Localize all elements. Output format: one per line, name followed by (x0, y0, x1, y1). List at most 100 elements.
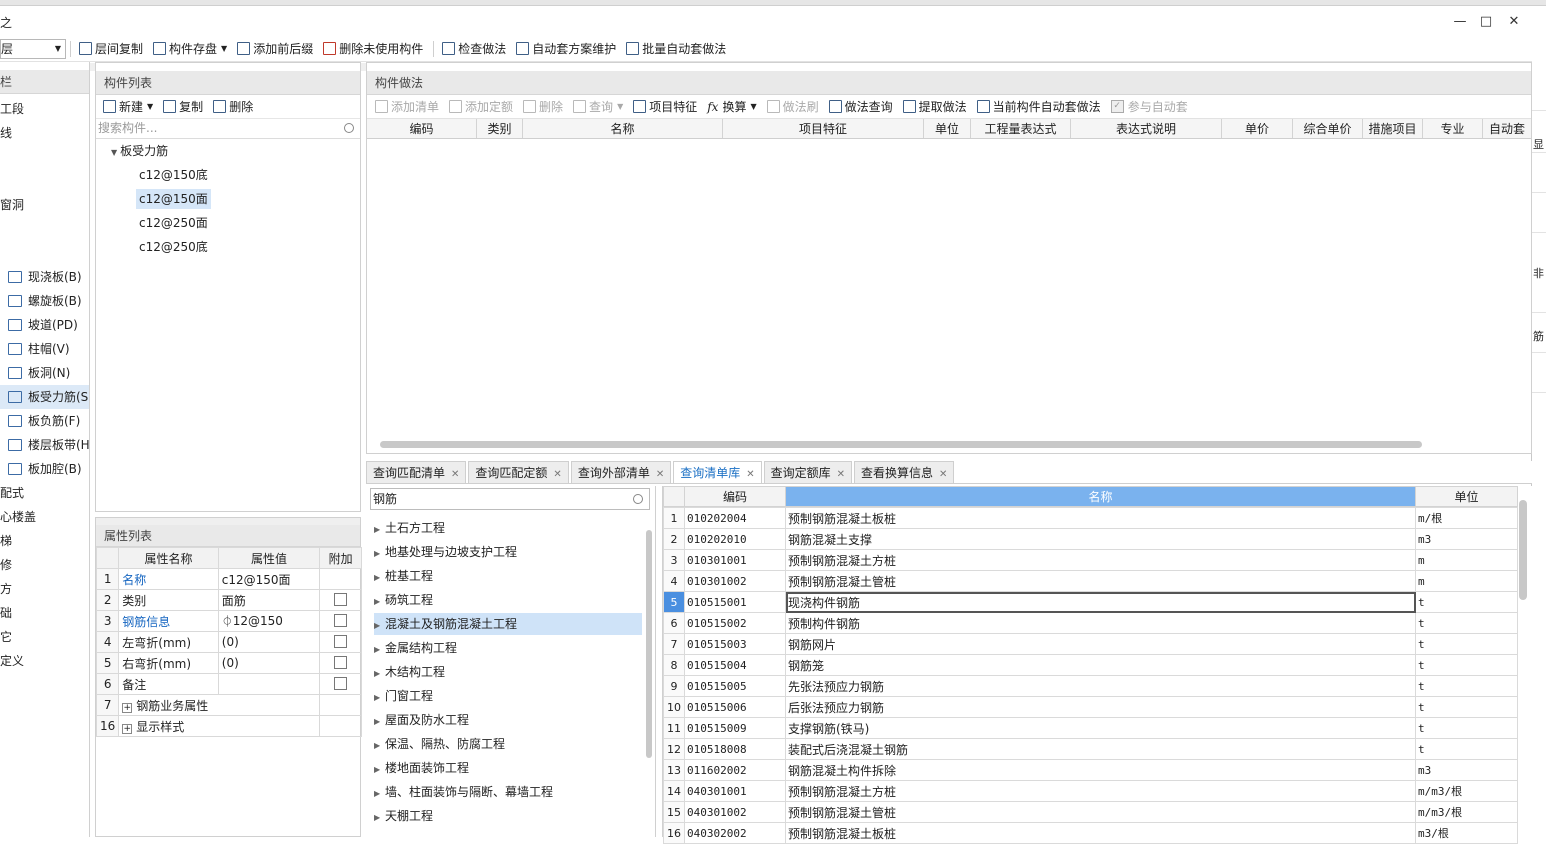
table-row[interactable]: 5 010515001 现浇构件钢筋 t (663, 591, 1518, 613)
save-component-button[interactable]: 构件存盘 ▼ (149, 39, 231, 59)
col-header[interactable]: 综合单价 (1293, 119, 1363, 138)
prop-group[interactable]: + 显示样式 (118, 715, 321, 737)
nav-item[interactable]: 方 (0, 577, 12, 601)
convert-button[interactable]: fx 换算 ▼ (703, 97, 760, 117)
prop-value[interactable]: (0) (217, 652, 321, 674)
expand-plus-icon[interactable]: + (122, 702, 133, 713)
table-row[interactable]: 4 010301002 预制钢筋混凝土管桩 m (663, 570, 1518, 592)
close-icon[interactable]: ✕ (451, 469, 459, 480)
extra-checkbox[interactable] (334, 593, 348, 606)
nav-item[interactable]: 定义 (0, 649, 24, 673)
nav-item-ramp[interactable]: 坡道(PD) (0, 313, 78, 337)
library-tree-item-selected[interactable]: ▶ 混凝土及钢筋混凝土工程 (374, 613, 642, 635)
grid-scrollbar[interactable] (1519, 500, 1527, 600)
library-tree-item[interactable]: ▶ 地基处理与边坡支护工程 (374, 541, 648, 563)
method-query-button[interactable]: 做法查询 (825, 97, 897, 117)
nav-item[interactable]: 工段 (0, 97, 24, 121)
col-header[interactable]: 措施项目 (1363, 119, 1423, 138)
library-search-input[interactable]: 钢筋 (370, 488, 650, 510)
table-row[interactable]: 13 011602002 钢筋混凝土构件拆除 m3 (663, 759, 1518, 781)
component-search-input[interactable]: 搜索构件... (96, 119, 360, 139)
library-tree-item[interactable]: ▶ 天棚工程 (374, 805, 648, 827)
method-brush-button[interactable]: 做法刷 (763, 97, 823, 117)
close-icon[interactable]: ✕ (656, 469, 664, 480)
close-icon[interactable]: ✕ (837, 469, 845, 480)
nav-item-cast-slab[interactable]: 现浇板(B) (0, 265, 82, 289)
col-header[interactable]: 编码 (367, 119, 477, 138)
col-header[interactable]: 单位 (924, 119, 971, 138)
close-icon[interactable]: ✕ (553, 469, 561, 480)
close-button[interactable]: ✕ (1506, 15, 1522, 31)
col-header[interactable]: 类别 (477, 119, 523, 138)
nav-item[interactable]: 梯 (0, 529, 12, 553)
table-row[interactable]: 16 040302002 预制钢筋混凝土板桩 m3/根 (663, 822, 1518, 844)
library-tree-item[interactable]: ▶ 桩基工程 (374, 565, 648, 587)
item-feature-button[interactable]: 项目特征 (629, 97, 701, 117)
extra-checkbox[interactable] (334, 656, 348, 669)
prop-group[interactable]: + 钢筋业务属性 (118, 694, 321, 716)
table-row[interactable]: 1 010202004 预制钢筋混凝土板桩 m/根 (663, 507, 1518, 529)
name-header[interactable]: 名称 (785, 486, 1416, 507)
table-row[interactable]: 8 010515004 钢筋笼 t (663, 654, 1518, 676)
tree-item[interactable]: c12@250底 (136, 237, 211, 257)
table-row[interactable]: 14 040301001 预制钢筋混凝土方桩 m/m3/根 (663, 780, 1518, 802)
query-button[interactable]: 查询 ▼ (569, 97, 627, 117)
close-icon[interactable]: ✕ (939, 469, 947, 480)
add-prefix-suffix-button[interactable]: 添加前后缀 (233, 39, 317, 59)
table-row[interactable]: 2 010202010 钢筋混凝土支撑 m3 (663, 528, 1518, 550)
nav-item[interactable]: 配式 (0, 481, 24, 505)
tree-scrollbar[interactable] (646, 530, 652, 758)
tab-conversion-info[interactable]: 查看换算信息 ✕ (854, 461, 955, 483)
floor-copy-button[interactable]: 层间复制 (75, 39, 147, 59)
tree-item[interactable]: c12@150底 (136, 165, 211, 185)
maximize-button[interactable]: □ (1478, 15, 1494, 31)
tree-root[interactable]: ▼ 板受力筋 (108, 141, 171, 161)
prop-value[interactable]: 面筋 (217, 589, 321, 611)
close-icon[interactable]: ✕ (746, 469, 754, 480)
auto-scheme-button[interactable]: 自动套方案维护 (512, 39, 620, 59)
nav-item-haunch[interactable]: 板加腔(B) (0, 457, 82, 481)
code-header[interactable]: 编码 (684, 486, 786, 507)
library-tree-item[interactable]: ▶ 楼地面装饰工程 (374, 757, 648, 779)
col-header[interactable]: 专业 (1423, 119, 1483, 138)
tree-item-selected[interactable]: c12@150面 (136, 189, 211, 209)
delete-unused-button[interactable]: 删除未使用构件 (319, 39, 427, 59)
nav-item-floor-band[interactable]: 楼层板带(H (0, 433, 90, 457)
tab-match-quota[interactable]: 查询匹配定额 ✕ (468, 461, 569, 483)
add-list-button[interactable]: 添加清单 (371, 97, 443, 117)
delete-button[interactable]: 删除 (519, 97, 567, 117)
nav-item-column-cap[interactable]: 柱帽(V) (0, 337, 70, 361)
tab-list-library[interactable]: 查询清单库 ✕ (673, 461, 762, 483)
table-row[interactable]: 15 040301002 预制钢筋混凝土管桩 m/m3/根 (663, 801, 1518, 823)
prop-value[interactable]: (0) (217, 631, 321, 653)
library-tree-item[interactable]: ▶ 墙、柱面装饰与隔断、幕墙工程 (374, 781, 648, 803)
floor-select[interactable]: 层 ▼ (0, 38, 66, 59)
library-tree-item[interactable]: ▶ 木结构工程 (374, 661, 648, 683)
table-row[interactable]: 7 010515003 钢筋网片 t (663, 633, 1518, 655)
expand-plus-icon[interactable]: + (122, 723, 133, 734)
table-row[interactable]: 3 010301001 预制钢筋混凝土方桩 m (663, 549, 1518, 571)
tab-quota-library[interactable]: 查询定额库 ✕ (763, 461, 853, 483)
tab-match-list[interactable]: 查询匹配清单 ✕ (366, 461, 467, 483)
col-header[interactable]: 工程量表达式 (971, 119, 1071, 138)
nav-item-negative-rebar[interactable]: 板负筋(F) (0, 409, 80, 433)
delete-component-button[interactable]: 删除 (209, 97, 257, 117)
col-header[interactable]: 名称 (523, 119, 723, 138)
nav-item-slab-rebar[interactable]: 板受力筋(S (0, 385, 89, 409)
participate-auto-checkbox[interactable]: ✓ 参与自动套 (1107, 97, 1192, 117)
extract-method-button[interactable]: 提取做法 (899, 97, 971, 117)
extra-checkbox[interactable] (334, 635, 348, 648)
nav-item-spiral-slab[interactable]: 螺旋板(B) (0, 289, 82, 313)
extra-checkbox[interactable] (334, 614, 348, 627)
col-header[interactable]: 表达式说明 (1071, 119, 1222, 138)
tree-item[interactable]: c12@250面 (136, 213, 211, 233)
horizontal-scrollbar[interactable] (380, 441, 1422, 448)
library-tree-item[interactable]: ▶ 金属结构工程 (374, 637, 648, 659)
unit-header[interactable]: 单位 (1415, 486, 1518, 507)
tab-external-list[interactable]: 查询外部清单 ✕ (570, 461, 672, 483)
table-row[interactable]: 6 010515002 预制构件钢筋 t (663, 612, 1518, 634)
table-row[interactable]: 11 010515009 支撑钢筋(铁马) t (663, 717, 1518, 739)
library-tree-item[interactable]: ▶ 保温、隔热、防腐工程 (374, 733, 648, 755)
col-header[interactable]: 项目特征 (723, 119, 924, 138)
nav-item[interactable]: 线 (0, 121, 12, 145)
